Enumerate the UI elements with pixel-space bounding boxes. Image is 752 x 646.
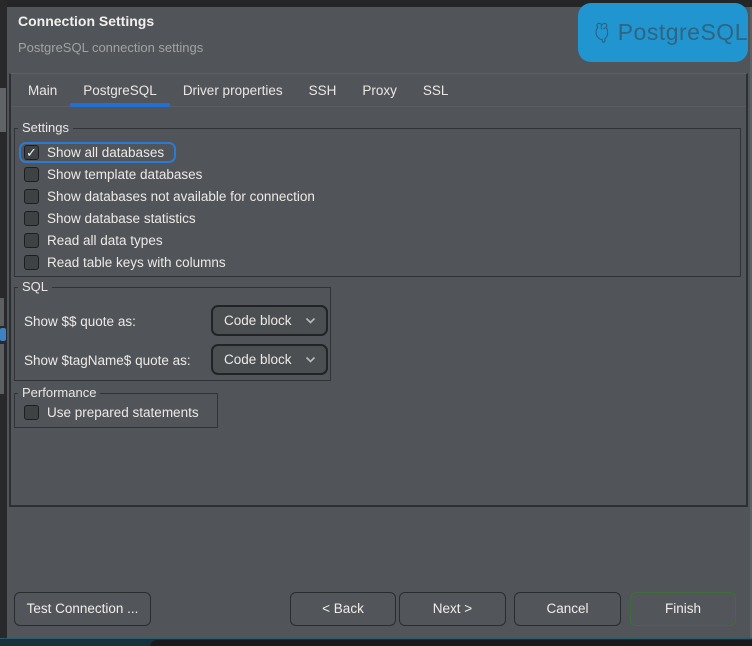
- page-subtitle: PostgreSQL connection settings: [18, 40, 203, 55]
- checkbox-show-all-databases[interactable]: [24, 145, 39, 160]
- performance-group: Performance Use prepared statements: [14, 393, 218, 428]
- checkbox-use-prepared-statements[interactable]: [24, 405, 39, 420]
- dollar-quote-dropdown[interactable]: Code block: [211, 305, 328, 336]
- background-decoration: [0, 328, 6, 341]
- tagname-quote-dropdown[interactable]: Code block: [211, 344, 328, 375]
- checkbox-read-table-keys[interactable]: [24, 255, 39, 270]
- background-left-edge: [0, 0, 7, 646]
- finish-button[interactable]: Finish: [630, 592, 736, 626]
- sql-group: SQL Show $$ quote as: Code block Show $t…: [14, 287, 331, 381]
- tab-ssl[interactable]: SSL: [410, 74, 462, 106]
- checkbox-row: Show database statistics: [24, 207, 740, 229]
- postgresql-logo: PostgreSQL: [578, 3, 748, 62]
- page-title: Connection Settings: [18, 13, 154, 29]
- checkbox-label[interactable]: Show template databases: [47, 167, 202, 182]
- dropdown-value: Code block: [224, 313, 292, 328]
- focus-ring: Show all databases: [19, 142, 176, 163]
- settings-group-title: Settings: [18, 120, 73, 135]
- checkbox-row: Show databases not available for connect…: [24, 185, 740, 207]
- checkbox-label[interactable]: Show database statistics: [47, 211, 196, 226]
- dollar-quote-label: Show $$ quote as:: [24, 314, 136, 329]
- chevron-down-icon: [305, 317, 316, 324]
- checkbox-label[interactable]: Read all data types: [47, 233, 163, 248]
- checkbox-show-databases-not-available[interactable]: [24, 189, 39, 204]
- checkbox-label[interactable]: Show databases not available for connect…: [47, 189, 315, 204]
- checkbox-show-database-statistics[interactable]: [24, 211, 39, 226]
- checkbox-row: Show template databases: [24, 163, 740, 185]
- chevron-down-icon: [305, 356, 316, 363]
- checkbox-label[interactable]: Show all databases: [47, 145, 164, 160]
- back-button[interactable]: < Back: [290, 592, 396, 626]
- background-decoration: [0, 88, 6, 132]
- tab-bar: Main PostgreSQL Driver properties SSH Pr…: [11, 74, 746, 107]
- checkbox-label[interactable]: Read table keys with columns: [47, 255, 226, 270]
- checkbox-show-template-databases[interactable]: [24, 167, 39, 182]
- background-window-corner: [150, 640, 752, 646]
- tagname-quote-label: Show $tagName$ quote as:: [24, 353, 191, 368]
- connection-settings-dialog: Connection Settings PostgreSQL connectio…: [7, 7, 752, 638]
- checkbox-row: Read table keys with columns: [24, 251, 740, 273]
- sql-group-title: SQL: [18, 279, 52, 294]
- tab-driver-properties[interactable]: Driver properties: [170, 74, 296, 106]
- tab-proxy[interactable]: Proxy: [349, 74, 410, 106]
- elephant-icon: [592, 11, 612, 55]
- background-decoration: [0, 298, 4, 326]
- checkbox-row: Show all databases: [24, 141, 740, 163]
- tab-main[interactable]: Main: [15, 74, 70, 106]
- checkbox-read-all-data-types[interactable]: [24, 233, 39, 248]
- checkbox-row: Read all data types: [24, 229, 740, 251]
- performance-group-title: Performance: [18, 385, 100, 400]
- background-decoration: [0, 344, 4, 394]
- tab-folder: Main PostgreSQL Driver properties SSH Pr…: [9, 73, 748, 507]
- cancel-button[interactable]: Cancel: [514, 592, 621, 626]
- checkbox-label[interactable]: Use prepared statements: [47, 405, 199, 420]
- background-bottom-edge: [0, 638, 752, 646]
- tab-ssh[interactable]: SSH: [296, 74, 350, 106]
- tab-content: Settings Show all databases Show templat…: [11, 107, 746, 505]
- postgresql-logo-text: PostgreSQL: [618, 19, 748, 46]
- next-button[interactable]: Next >: [399, 592, 506, 626]
- tab-postgresql[interactable]: PostgreSQL: [70, 74, 170, 106]
- dropdown-value: Code block: [224, 352, 292, 367]
- settings-group: Settings Show all databases Show templat…: [14, 128, 741, 277]
- screen: Connection Settings PostgreSQL connectio…: [0, 0, 752, 646]
- test-connection-button[interactable]: Test Connection ...: [14, 592, 151, 626]
- checkbox-row: Use prepared statements: [24, 401, 217, 423]
